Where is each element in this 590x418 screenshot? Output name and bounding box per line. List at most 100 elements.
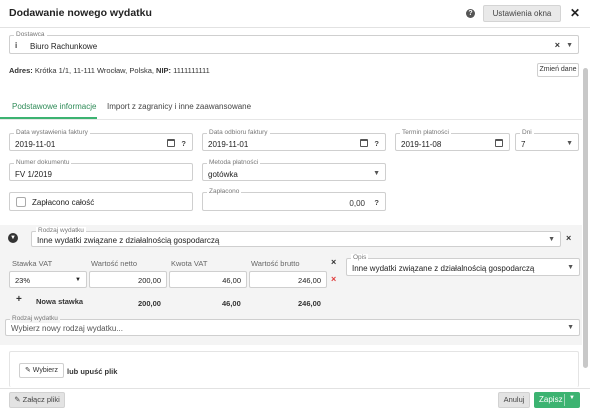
tab-basic-info[interactable]: Podstawowe informacje [12, 102, 96, 111]
chevron-down-icon: ▼ [566, 140, 573, 147]
dialog-title: Dodawanie nowego wydatku [9, 7, 152, 19]
paid-all-label: Zapłacono całość [32, 198, 95, 207]
calendar-icon[interactable] [360, 139, 368, 147]
save-button[interactable]: Zapisz ▼ [534, 392, 580, 408]
clear-icon[interactable]: × [555, 40, 560, 50]
footer-divider [0, 388, 590, 389]
days-value: 7 [521, 140, 526, 149]
address-label: Adres: [9, 66, 33, 75]
help-icon[interactable]: ? [466, 9, 475, 18]
total-vat: 46,00 [222, 299, 241, 308]
paperclip-icon: ✎ [24, 367, 31, 374]
window-settings-button[interactable]: Ustawienia okna [483, 5, 561, 22]
chevron-down-icon[interactable]: ▼ [569, 395, 575, 401]
issue-date-field[interactable]: Data wystawienia faktury 2019-11-01 ? [9, 129, 193, 151]
total-net: 200,00 [138, 299, 161, 308]
calendar-icon[interactable] [167, 139, 175, 147]
gross-value: 246,00 [298, 276, 321, 285]
choose-file-label: Wybierz [32, 367, 59, 374]
help-icon[interactable]: ? [374, 198, 379, 207]
supplier-select[interactable]: Dostawca i Biuro Rachunkowe × ▼ [9, 31, 579, 54]
receipt-date-field[interactable]: Data odbioru faktury 2019-11-01 ? [202, 129, 386, 151]
expense-type-select[interactable]: Rodzaj wydatku Inne wydatki związane z d… [31, 227, 561, 247]
paid-amount-label: Zapłacono [207, 188, 242, 196]
header-divider [0, 27, 590, 28]
col-vat-amount: Kwota VAT [171, 259, 208, 268]
help-icon[interactable]: ? [181, 139, 186, 148]
paid-amount-field[interactable]: Zapłacono 0,00 ? [202, 188, 386, 211]
close-icon[interactable]: ✕ [570, 6, 580, 20]
paid-amount-value: 0,00 [349, 199, 365, 208]
supplier-label: Dostawca [14, 31, 47, 39]
save-divider [564, 394, 565, 406]
col-gross: Wartość brutto [251, 259, 300, 268]
help-icon[interactable]: ? [374, 139, 379, 148]
remove-expense-icon[interactable]: × [566, 233, 571, 243]
vat-amount-input[interactable]: 46,00 [169, 271, 247, 288]
total-gross: 246,00 [298, 299, 321, 308]
issue-date-label: Data wystawienia faktury [14, 129, 90, 137]
doc-number-field[interactable]: Numer dokumentu FV 1/2019 [9, 159, 193, 181]
receipt-date-value: 2019-11-01 [208, 140, 249, 149]
choose-file-button[interactable]: ✎ Wybierz [19, 363, 64, 378]
chevron-down-icon: ▼ [567, 264, 574, 271]
payment-method-value: gotówka [208, 170, 238, 179]
new-expense-type-select[interactable]: Rodzaj wydatku Wybierz nowy rodzaj wydat… [5, 315, 580, 336]
remove-all-rows-icon[interactable]: × [331, 257, 336, 267]
new-expense-type-label: Rodzaj wydatku [10, 315, 60, 323]
paid-all-checkbox[interactable] [16, 197, 26, 207]
nip-value: 1111111111 [173, 66, 210, 75]
chevron-down-icon[interactable]: ▼ [566, 42, 573, 49]
upload-area[interactable]: ✎ Wybierz lub upuść plik [9, 351, 579, 387]
drop-file-label: lub upuść plik [67, 367, 118, 376]
net-value: 200,00 [138, 276, 161, 285]
receipt-date-label: Data odbioru faktury [207, 129, 270, 137]
col-net: Wartość netto [91, 259, 137, 268]
due-date-label: Termin płatności [400, 129, 451, 137]
vat-rate-value: 23% [15, 276, 31, 285]
issue-date-value: 2019-11-01 [15, 140, 56, 149]
description-select[interactable]: Opis Inne wydatki związane z działalnośc… [346, 254, 580, 276]
chevron-down-icon: ▼ [75, 277, 81, 283]
col-vat-rate: Stawka VAT [12, 259, 53, 268]
chevron-down-icon: ▼ [373, 170, 380, 177]
supplier-address: Adres: Krótka 1/1, 11-111 Wrocław, Polsk… [9, 66, 210, 75]
vat-rate-select[interactable]: 23% ▼ [9, 271, 87, 288]
net-value-input[interactable]: 200,00 [89, 271, 167, 288]
new-expense-type-placeholder: Wybierz nowy rodzaj wydatku... [11, 324, 123, 333]
chevron-down-icon: ▼ [548, 236, 555, 243]
gross-value-input[interactable]: 246,00 [249, 271, 327, 288]
collapse-icon[interactable]: ▼ [8, 233, 18, 243]
cancel-button[interactable]: Anuluj [498, 392, 530, 408]
plus-icon[interactable]: + [16, 294, 22, 305]
payment-method-select[interactable]: Metoda płatności gotówka ▼ [202, 159, 386, 181]
description-value: Inne wydatki związane z działalnością go… [352, 264, 535, 273]
attach-files-label: Załącz pliki [22, 395, 60, 404]
due-date-field[interactable]: Termin płatności 2019-11-08 [395, 129, 510, 151]
paid-all-checkbox-row[interactable]: Zapłacono całość [9, 192, 193, 211]
payment-method-label: Metoda płatności [207, 159, 261, 167]
vat-amount-value: 46,00 [222, 276, 241, 285]
scrollbar-thumb[interactable] [583, 68, 588, 368]
doc-number-label: Numer dokumentu [14, 159, 72, 167]
tabs-divider [0, 119, 582, 120]
info-icon: i [15, 41, 18, 50]
save-label: Zapisz [539, 395, 563, 404]
address-value: Krótka 1/1, 11-111 Wrocław, Polska, [34, 66, 154, 75]
chevron-down-icon: ▼ [567, 324, 574, 331]
calendar-icon[interactable] [495, 139, 503, 147]
scrollbar[interactable] [582, 28, 588, 388]
tab-advanced[interactable]: Import z zagranicy i inne zaawansowane [107, 102, 251, 111]
supplier-value: Biuro Rachunkowe [30, 42, 98, 51]
new-rate-button[interactable]: Nowa stawka [36, 297, 83, 306]
days-label: Dni [520, 129, 534, 137]
expense-type-value: Inne wydatki związane z działalnością go… [37, 236, 220, 245]
nip-label: NIP: [156, 66, 172, 75]
doc-number-value: FV 1/2019 [15, 170, 52, 179]
description-label: Opis [351, 254, 369, 262]
days-select[interactable]: Dni 7 ▼ [515, 129, 579, 151]
delete-row-icon[interactable]: × [331, 274, 336, 284]
expense-type-label: Rodzaj wydatku [36, 227, 86, 235]
change-data-button[interactable]: Zmień dane [537, 63, 579, 77]
attach-files-button[interactable]: ✎ Załącz pliki [9, 392, 65, 408]
